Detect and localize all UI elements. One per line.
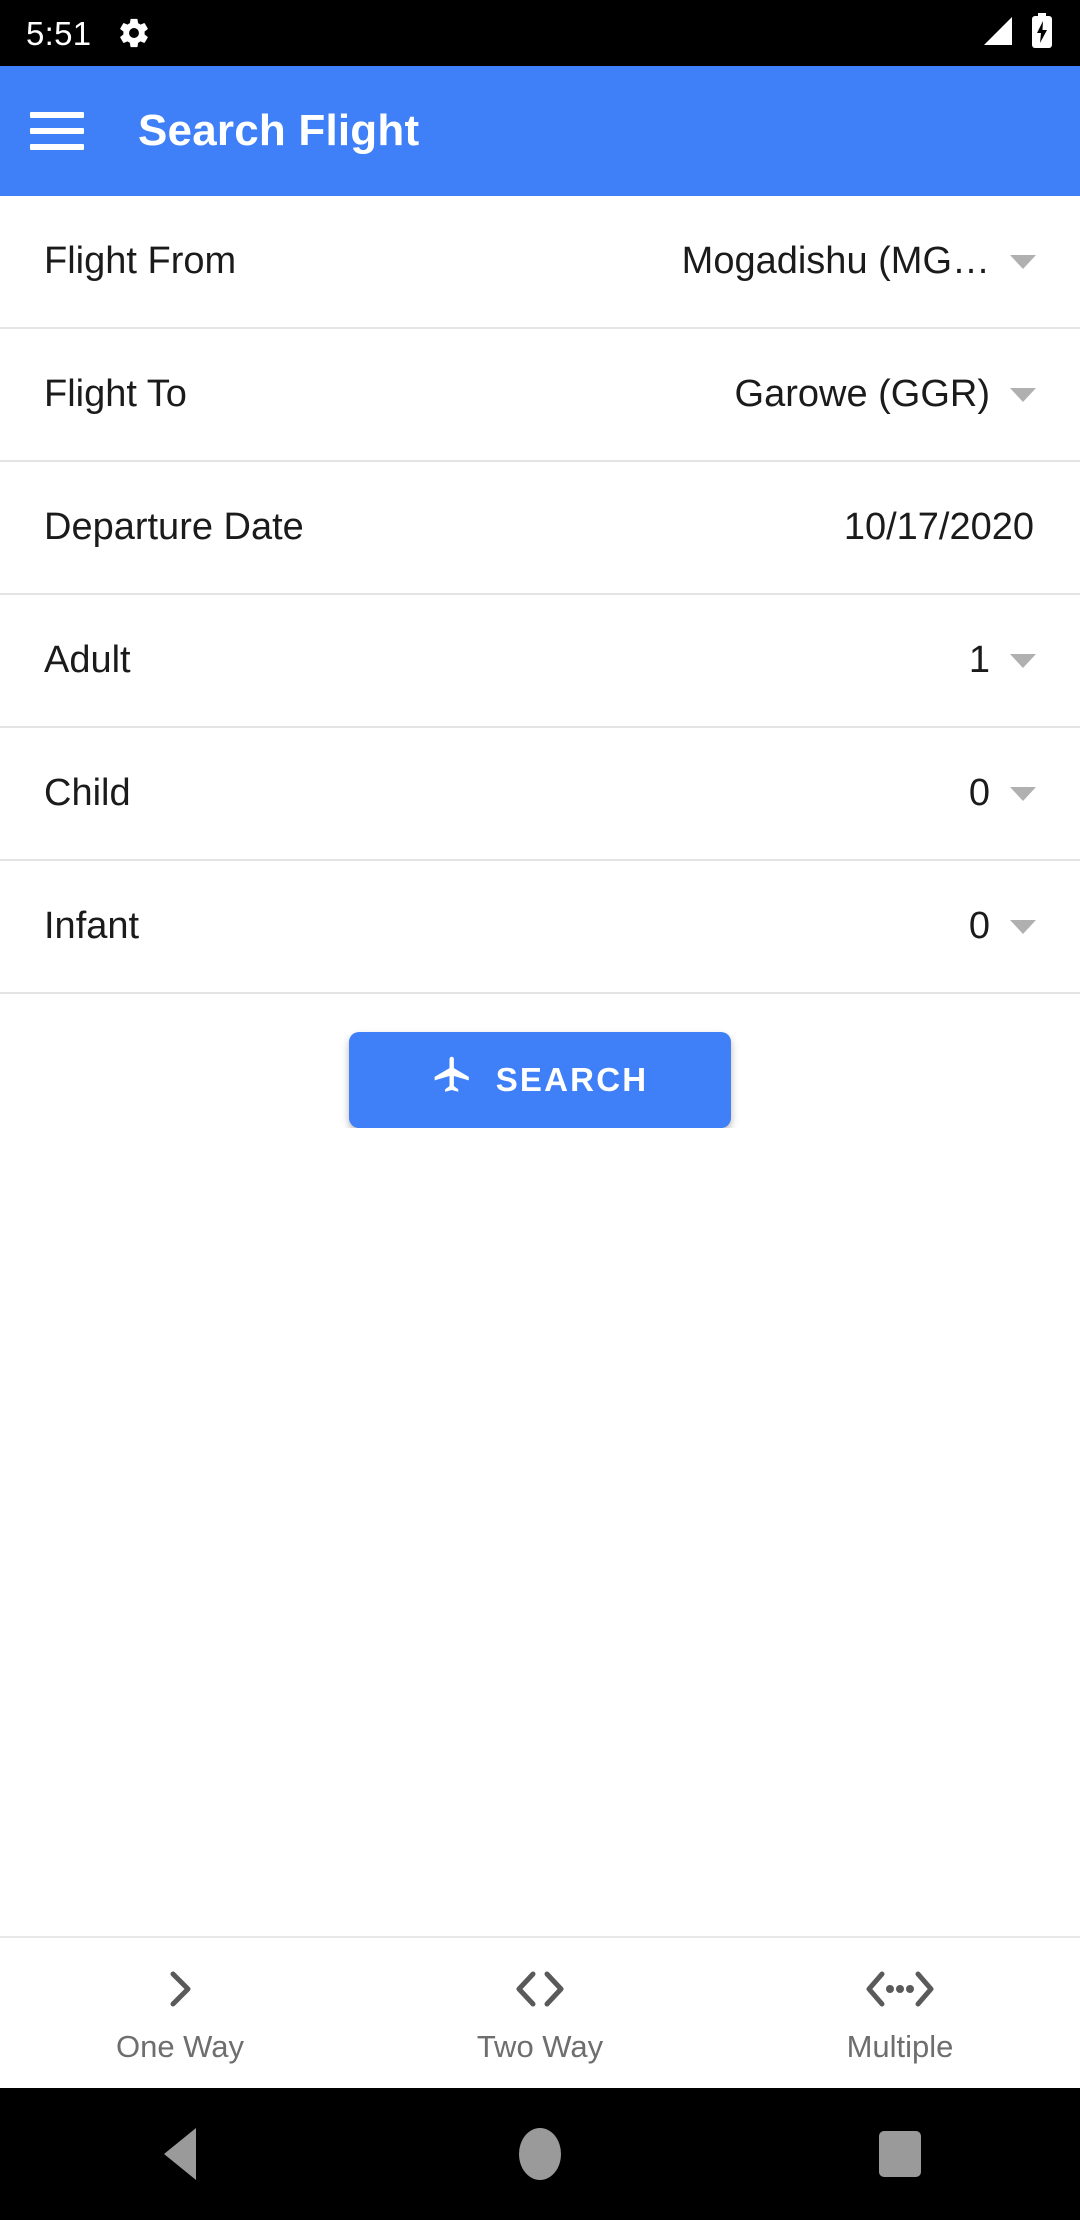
chevron-right-icon [157,1961,203,2017]
chevron-dots-icon [860,1961,940,2017]
departure-date-value: 10/17/2020 [843,506,1034,548]
search-button[interactable]: SEARCH [349,1032,731,1128]
flight-search-form: Flight From Mogadishu (MG… Flight To Gar… [0,196,1080,994]
row-label: Infant [44,905,140,947]
form-row-flight-from[interactable]: Flight From Mogadishu (MG… [0,196,1080,329]
form-row-departure-date[interactable]: Departure Date 10/17/2020 [0,462,1080,595]
row-label: Child [44,772,131,814]
app-bar: Search Flight [0,66,1080,196]
row-label: Departure Date [44,506,304,548]
form-row-flight-to[interactable]: Flight To Garowe (GGR) [0,329,1080,462]
tab-multiple[interactable]: Multiple [720,1938,1080,2088]
row-label: Adult [44,639,131,681]
recents-square-icon[interactable] [830,2088,970,2220]
search-button-label: SEARCH [495,1061,649,1098]
page-title: Search Flight [138,106,420,155]
chevron-down-icon[interactable] [1010,387,1036,402]
content-spacer [0,1128,1080,1936]
status-bar: 5:51 [0,0,1080,66]
tab-one-way[interactable]: One Way [0,1938,360,2088]
row-value-wrap[interactable]: 1 [969,639,1036,682]
battery-charging-icon [1030,12,1054,54]
row-value-wrap[interactable]: 0 [969,905,1036,948]
status-time: 5:51 [26,14,92,52]
tab-two-way[interactable]: Two Way [360,1938,720,2088]
row-label: Flight To [44,373,187,415]
child-count-value: 0 [968,772,990,814]
flight-to-value: Garowe (GGR) [734,373,990,415]
home-circle-icon[interactable] [470,2088,610,2220]
chevron-left-right-icon [507,1961,573,2017]
tab-label: Multiple [846,2029,954,2064]
form-row-child[interactable]: Child 0 [0,728,1080,861]
tab-label: One Way [115,2029,245,2064]
chevron-down-icon[interactable] [1010,653,1036,668]
chevron-down-icon[interactable] [1010,254,1036,269]
tab-label: Two Way [476,2029,604,2064]
status-icons [976,12,1054,54]
adult-count-value: 1 [968,639,990,681]
cellular-signal-icon [976,15,1014,52]
airplane-icon [432,1055,474,1105]
form-row-adult[interactable]: Adult 1 [0,595,1080,728]
row-label: Flight From [44,240,237,282]
bottom-tab-bar: One Way Two Way Multiple [0,1936,1080,2088]
row-value-wrap[interactable]: Mogadishu (MG… [682,240,1036,283]
chevron-down-icon[interactable] [1010,786,1036,801]
row-value-wrap[interactable]: 10/17/2020 [844,506,1036,549]
infant-count-value: 0 [968,905,990,947]
search-button-zone: SEARCH [0,994,1080,1128]
row-value-wrap[interactable]: Garowe (GGR) [735,373,1036,416]
row-value-wrap[interactable]: 0 [969,772,1036,815]
phone-screen: 5:51 Search Flight Flight From Mogadishu… [0,0,1080,2220]
flight-from-value: Mogadishu (MG… [681,240,990,282]
back-triangle-icon[interactable] [110,2088,250,2220]
form-row-infant[interactable]: Infant 0 [0,861,1080,994]
settings-gear-icon [117,16,151,50]
android-nav-bar [0,2088,1080,2220]
chevron-down-icon[interactable] [1010,919,1036,934]
hamburger-menu-icon[interactable] [30,104,84,158]
